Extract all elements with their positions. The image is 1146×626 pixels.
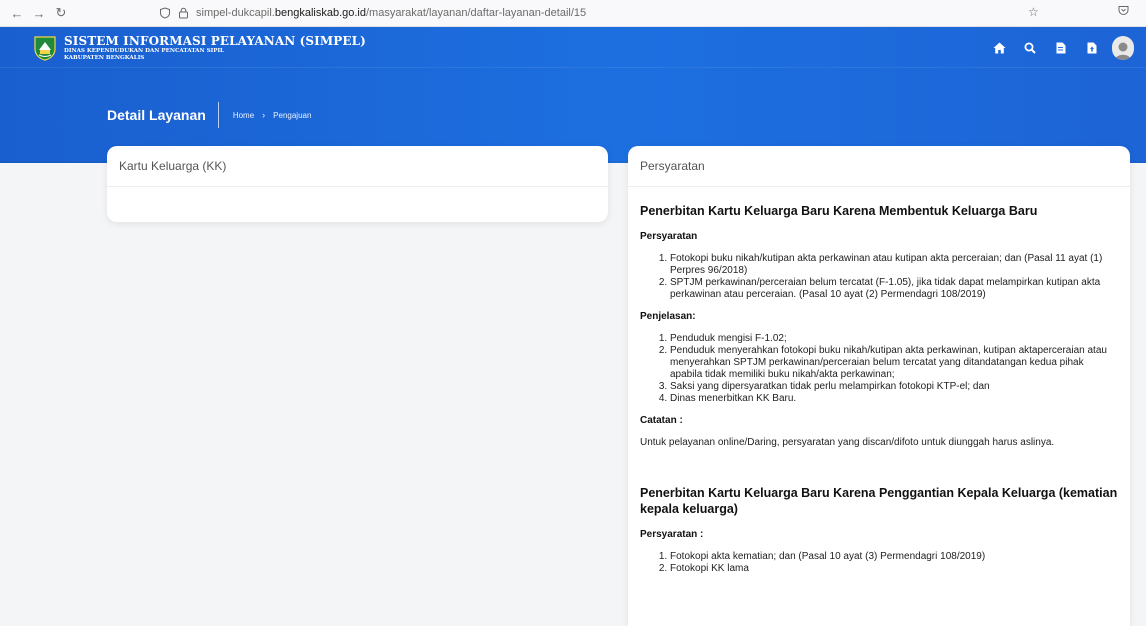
top-navbar: SISTEM INFORMASI PELAYANAN (SIMPEL) DINA… [0, 27, 1146, 68]
brand: SISTEM INFORMASI PELAYANAN (SIMPEL) DINA… [64, 35, 366, 62]
header-actions [976, 36, 1134, 60]
requirements-content: Penerbitan Kartu Keluarga Baru Karena Me… [628, 187, 1130, 575]
list-item: Saksi yang dipersyaratkan tidak perlu me… [670, 381, 1118, 393]
list-item: Fotokopi buku nikah/kutipan akta perkawi… [670, 253, 1118, 277]
service-card: Kartu Keluarga (KK) [107, 146, 608, 222]
app-header: SISTEM INFORMASI PELAYANAN (SIMPEL) DINA… [0, 27, 1146, 163]
section-heading: Penerbitan Kartu Keluarga Baru Karena Me… [640, 204, 1038, 218]
reload-icon[interactable]: ↻ [52, 5, 70, 21]
brand-title: SISTEM INFORMASI PELAYANAN (SIMPEL) [64, 34, 366, 48]
section-heading: Penerbitan Kartu Keluarga Baru Karena Pe… [640, 486, 1118, 516]
forward-icon[interactable]: → [30, 6, 48, 21]
bengkalis-logo[interactable] [33, 35, 57, 61]
requirements-label: Persyaratan [640, 231, 698, 242]
shield-icon [158, 6, 172, 20]
explanation-list: Penduduk mengisi F-1.02; Penduduk menyer… [640, 333, 1118, 405]
chevron-right-icon: › [262, 110, 266, 120]
list-item: Penduduk mengisi F-1.02; [670, 333, 1118, 345]
requirements-list: Fotokopi akta kematian; dan (Pasal 10 ay… [640, 551, 1118, 575]
list-item: Penduduk menyerahkan fotokopi buku nikah… [670, 345, 1118, 381]
explanation-label: Penjelasan: [640, 311, 696, 322]
list-item: Fotokopi akta kematian; dan (Pasal 10 ay… [670, 551, 1118, 563]
breadcrumb-current: Pengajuan [273, 110, 312, 120]
brand-subtitle: DINAS KEPENDUDUKAN DAN PENCATATAN SIPIL [64, 48, 224, 54]
list-item: SPTJM perkawinan/perceraian belum tercat… [670, 277, 1118, 301]
note-label: Catatan : [640, 415, 683, 426]
requirements-label: Persyaratan : [640, 529, 704, 540]
pocket-icon[interactable] [1118, 5, 1129, 19]
breadcrumb-home[interactable]: Home [233, 111, 254, 120]
address-bar[interactable]: simpel-dukcapil.bengkaliskab.go.id/masya… [158, 4, 586, 22]
user-avatar[interactable] [1112, 36, 1134, 60]
list-item: Fotokopi KK lama [670, 563, 1118, 575]
browser-toolbar: ← → ↻ simpel-dukcapil.bengkaliskab.go.id… [0, 0, 1146, 27]
lock-icon [176, 6, 190, 20]
home-icon[interactable] [991, 40, 1007, 56]
breadcrumb: Home › Pengajuan [233, 110, 312, 120]
service-card-title: Kartu Keluarga (KK) [107, 146, 608, 187]
requirements-list: Fotokopi buku nikah/kutipan akta perkawi… [640, 253, 1118, 301]
bookmark-star-icon[interactable]: ☆ [1028, 5, 1039, 19]
document-icon[interactable] [1053, 40, 1069, 56]
requirements-card: Persyaratan Penerbitan Kartu Keluarga Ba… [628, 146, 1130, 626]
back-icon[interactable]: ← [8, 6, 26, 21]
list-item: Dinas menerbitkan KK Baru. [670, 393, 1118, 405]
requirements-card-title: Persyaratan [628, 146, 1130, 187]
page-heading: Detail Layanan Home › Pengajuan [107, 102, 311, 128]
page-title: Detail Layanan [107, 107, 206, 123]
search-icon[interactable] [1022, 40, 1038, 56]
brand-regency: KABUPATEN BENGKALIS [64, 55, 145, 61]
url-text: simpel-dukcapil.bengkaliskab.go.id/masya… [196, 7, 587, 19]
note-text: Untuk pelayanan online/Daring, persyarat… [640, 437, 1055, 448]
file-upload-icon[interactable] [1084, 40, 1100, 56]
heading-divider [217, 102, 219, 128]
